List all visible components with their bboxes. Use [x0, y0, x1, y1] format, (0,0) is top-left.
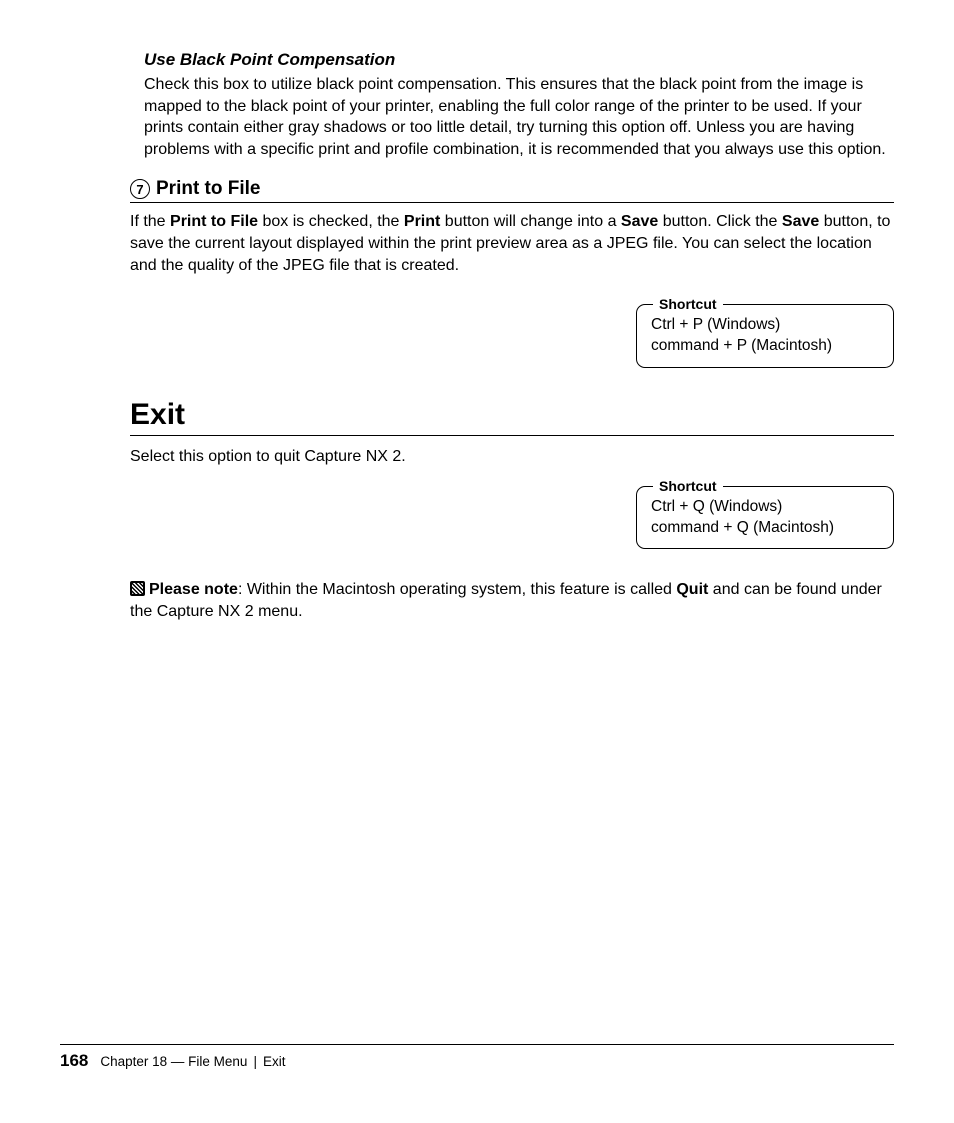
note-paragraph: Please note: Within the Macintosh operat…	[130, 579, 894, 622]
shortcut-line: Ctrl + Q (Windows)	[651, 497, 879, 518]
text: button. Click the	[658, 213, 782, 230]
shortcut-box-exit: Shortcut Ctrl + Q (Windows) command + Q …	[636, 486, 894, 550]
bold-text: Print	[404, 213, 440, 230]
shortcut-legend: Shortcut	[653, 477, 723, 496]
page-number: 168	[60, 1051, 88, 1071]
shortcut-line: command + Q (Macintosh)	[651, 518, 879, 539]
footer-separator: |	[253, 1054, 257, 1069]
exit-body: Select this option to quit Capture NX 2.	[130, 446, 894, 468]
bpc-heading: Use Black Point Compensation	[144, 50, 894, 70]
bpc-body: Check this box to utilize black point co…	[144, 74, 894, 160]
footer-chapter: Chapter 18 — File Menu	[100, 1054, 247, 1069]
shortcut-row: Shortcut Ctrl + P (Windows) command + P …	[130, 304, 894, 368]
bold-text: Quit	[676, 581, 708, 598]
shortcut-box-print: Shortcut Ctrl + P (Windows) command + P …	[636, 304, 894, 368]
page-footer: 168 Chapter 18 — File Menu | Exit	[60, 1044, 894, 1071]
print-to-file-heading-text: Print to File	[156, 178, 261, 200]
bold-text: Save	[621, 213, 658, 230]
shortcut-legend: Shortcut	[653, 295, 723, 314]
text: button will change into a	[440, 213, 621, 230]
shortcut-line: command + P (Macintosh)	[651, 336, 879, 357]
circled-number-icon: 7	[130, 179, 150, 199]
bold-text: Print to File	[170, 213, 258, 230]
note-icon	[130, 581, 145, 596]
page: Use Black Point Compensation Check this …	[0, 0, 954, 1123]
shortcut-row: Shortcut Ctrl + Q (Windows) command + Q …	[130, 486, 894, 550]
text: If the	[130, 213, 170, 230]
print-to-file-body: If the Print to File box is checked, the…	[130, 211, 894, 276]
shortcut-line: Ctrl + P (Windows)	[651, 315, 879, 336]
note-lead: Please note	[149, 581, 238, 598]
text: box is checked, the	[258, 213, 404, 230]
exit-heading: Exit	[130, 398, 894, 436]
bold-text: Save	[782, 213, 819, 230]
footer-title: Exit	[263, 1054, 286, 1069]
print-to-file-heading: 7 Print to File	[130, 178, 894, 203]
text: : Within the Macintosh operating system,…	[238, 581, 676, 598]
